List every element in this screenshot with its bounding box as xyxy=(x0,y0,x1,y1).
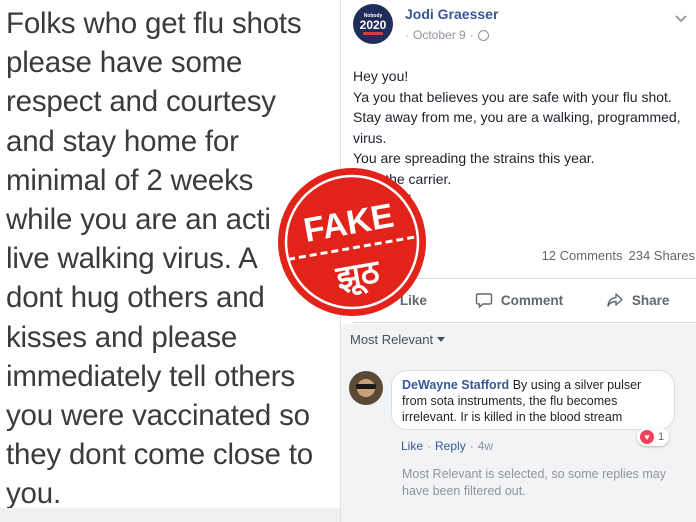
avatar[interactable] xyxy=(349,371,383,405)
post-meta: · October 9 · xyxy=(405,28,489,42)
comment-icon xyxy=(475,291,493,309)
text-post-line: please have some xyxy=(6,46,243,80)
text-post-line: immediately tell others xyxy=(6,359,295,393)
heart-icon: ♥ xyxy=(640,430,654,444)
text-post-line: and stay home for xyxy=(6,124,239,158)
comment-time[interactable]: 4w xyxy=(478,439,493,453)
comment-sort-dropdown[interactable]: Most Relevant xyxy=(350,332,446,347)
meta-separator: · xyxy=(405,28,409,42)
filter-note: Most Relevant is selected, so some repli… xyxy=(402,467,666,498)
share-label: Share xyxy=(631,292,670,308)
comment-reactions[interactable]: ♥ 1 xyxy=(637,428,670,446)
bottom-strip xyxy=(0,508,340,522)
text-post-line: respect and courtesy xyxy=(6,85,276,119)
reaction-count: 1 xyxy=(658,431,665,443)
share-button[interactable]: Share xyxy=(578,282,696,318)
meta-separator: · xyxy=(427,439,432,453)
meta-separator: · xyxy=(469,439,474,453)
avatar-stripe xyxy=(363,31,383,35)
caret-down-icon xyxy=(437,337,446,342)
comment-like-link[interactable]: Like xyxy=(401,439,423,453)
post-body-line: virus. xyxy=(353,129,387,146)
comments-section: Most Relevant DeWayne Stafford By using … xyxy=(341,324,696,522)
comment-author[interactable]: DeWayne Stafford xyxy=(402,378,509,392)
comment-bubble: DeWayne Stafford By using a silver pulse… xyxy=(391,370,675,430)
post-body-line: Hey you! xyxy=(353,68,409,84)
post-body-line: Ya you that believes you are safe with y… xyxy=(353,88,672,105)
shares-count[interactable]: 234 Shares xyxy=(629,248,696,263)
comment-sort-label: Most Relevant xyxy=(350,332,434,347)
text-post-line: kisses and please xyxy=(6,320,238,354)
text-post-line: you were vaccinated so xyxy=(6,399,310,433)
text-post-line: they dont come close to xyxy=(6,438,313,472)
post-body-line: Stay away from me, you are a walking, pr… xyxy=(353,109,681,125)
page-avatar[interactable]: Nobody 2020 xyxy=(353,4,393,44)
comment-actions: Like · Reply · 4w xyxy=(401,439,493,453)
text-post-line: Folks who get flu shots xyxy=(6,7,302,40)
comment-button[interactable]: Comment xyxy=(460,282,579,318)
comment-reply-link[interactable]: Reply xyxy=(435,439,466,453)
post-header: Nobody 2020 Jodi Graesser · October 9 · xyxy=(341,0,696,60)
post-author[interactable]: Jodi Graesser xyxy=(405,6,498,22)
share-icon xyxy=(606,291,624,309)
divider xyxy=(353,322,696,323)
post-date[interactable]: October 9 xyxy=(413,28,466,42)
avatar-text-year: 2020 xyxy=(359,17,387,32)
meta-separator: · xyxy=(469,28,474,42)
avatar-sunglasses xyxy=(356,384,376,389)
chevron-down-icon[interactable] xyxy=(671,8,691,28)
fake-stamp: FAKE झूठ xyxy=(272,162,432,322)
globe-icon xyxy=(477,29,489,41)
comments-count[interactable]: 12 Comments xyxy=(542,248,623,263)
engagement-counts: 12 Comments 234 Shares xyxy=(542,248,695,263)
comment-label: Comment xyxy=(500,292,564,308)
